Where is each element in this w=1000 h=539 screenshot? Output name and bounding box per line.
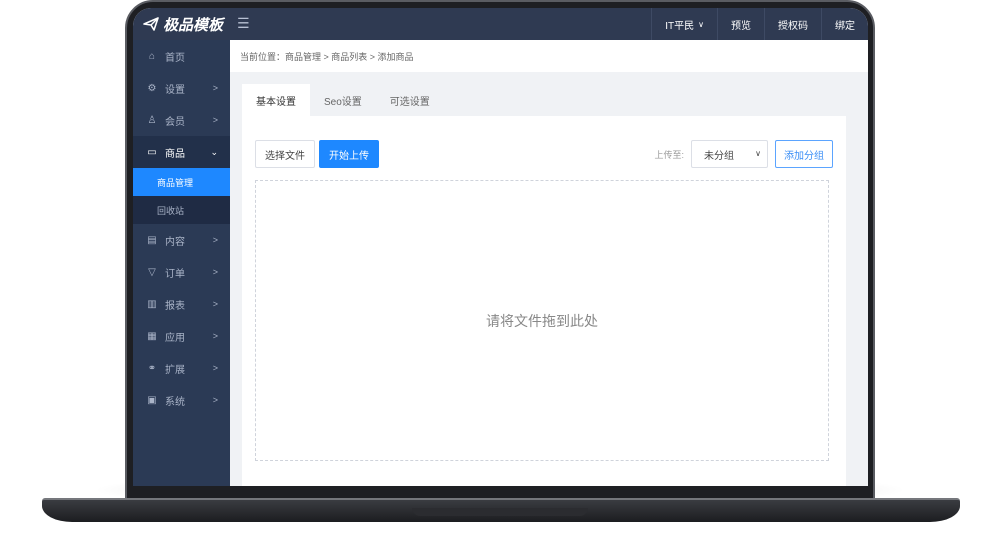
upload-to-label: 上传至: — [654, 150, 684, 160]
sidebar-item-reports[interactable]: ▥ 报表 > — [133, 288, 230, 320]
upload-toolbar: 选择文件 开始上传 上传至: 未分组 ∨ 添加分组 — [255, 140, 833, 168]
form-panel: 基本设置 Seo设置 可选设置 选择文件 开始上传 上传至: 未分组 ∨ 添加分… — [242, 84, 846, 488]
sidebar-item-label: 系统 — [165, 396, 185, 408]
sidebar-item-label: 会员 — [165, 116, 185, 128]
chevron-right-icon: > — [212, 267, 218, 277]
chevron-down-icon: ∨ — [755, 149, 761, 158]
user-label: IT平民 — [665, 20, 695, 32]
dropzone-text: 请将文件拖到此处 — [486, 312, 598, 329]
logo-text: 极品模板 — [163, 16, 224, 34]
sidebar-item-label: 扩展 — [165, 364, 185, 376]
sidebar-item-content[interactable]: ▤ 内容 > — [133, 224, 230, 256]
sidebar-item-label: 设置 — [165, 84, 185, 96]
user-icon: ♙ — [147, 114, 157, 126]
order-icon: ▽ — [148, 266, 156, 278]
chevron-right-icon: > — [212, 363, 218, 373]
chevron-right-icon: > — [212, 115, 218, 125]
chart-icon: ▥ — [147, 298, 157, 310]
sidebar-item-label: 报表 — [165, 300, 185, 312]
sidebar: ⌂ 首页 ⚙ 设置 > ♙ 会员 > ▭ 商品 ⌄ 商品管理 回收站 ▤ 内容 … — [133, 40, 230, 488]
apps-icon: ▦ — [147, 330, 157, 342]
chevron-right-icon: > — [212, 395, 218, 405]
tab-basic-settings[interactable]: 基本设置 — [242, 84, 310, 116]
choose-file-button[interactable]: 选择文件 — [255, 140, 315, 168]
sidebar-item-apps[interactable]: ▦ 应用 > — [133, 320, 230, 352]
sidebar-item-label: 应用 — [165, 332, 185, 344]
sidebar-item-label: 订单 — [165, 268, 185, 280]
logo: 极品模板 — [143, 14, 223, 34]
chevron-right-icon: > — [212, 299, 218, 309]
paper-plane-icon — [143, 17, 159, 31]
sidebar-item-label: 商品 — [165, 148, 185, 160]
laptop-bezel-bottom — [133, 486, 868, 498]
sidebar-item-label: 首页 — [165, 52, 185, 64]
breadcrumb: 当前位置：商品管理 > 商品列表 > 添加商品 — [230, 40, 868, 72]
link-icon: ⚭ — [147, 362, 157, 374]
bind-link[interactable]: 绑定 — [821, 8, 868, 40]
tab-bar: 基本设置 Seo设置 可选设置 — [242, 84, 846, 116]
laptop-notch — [412, 508, 588, 516]
screen: 极品模板 ☰ IT平民 ∨ 预览 授权码 绑定 ⌂ 首页 ⚙ 设置 > ♙ 会员… — [133, 8, 868, 488]
system-icon: ▣ — [147, 394, 157, 406]
chevron-right-icon: > — [212, 83, 218, 93]
sidebar-item-products[interactable]: ▭ 商品 ⌄ — [133, 136, 230, 168]
main-content: 当前位置：商品管理 > 商品列表 > 添加商品 基本设置 Seo设置 可选设置 … — [230, 40, 868, 488]
content-icon: ▤ — [147, 234, 157, 246]
start-upload-button[interactable]: 开始上传 — [319, 140, 379, 168]
add-group-button[interactable]: 添加分组 — [775, 140, 833, 168]
sidebar-item-home[interactable]: ⌂ 首页 — [133, 40, 230, 72]
chevron-right-icon: > — [212, 235, 218, 245]
sidebar-subitem-recycle-bin[interactable]: 回收站 — [133, 196, 230, 224]
top-bar: 极品模板 ☰ IT平民 ∨ 预览 授权码 绑定 — [133, 8, 868, 40]
tab-seo-settings[interactable]: Seo设置 — [310, 84, 376, 116]
tab-optional-settings[interactable]: 可选设置 — [376, 84, 444, 116]
menu-toggle-icon[interactable]: ☰ — [237, 15, 250, 32]
sidebar-item-extensions[interactable]: ⚭ 扩展 > — [133, 352, 230, 384]
gear-icon: ⚙ — [147, 82, 157, 94]
top-nav: IT平民 ∨ 预览 授权码 绑定 — [651, 8, 868, 40]
sidebar-item-members[interactable]: ♙ 会员 > — [133, 104, 230, 136]
file-dropzone[interactable]: 请将文件拖到此处 — [255, 180, 829, 461]
user-menu[interactable]: IT平民 ∨ — [651, 8, 717, 40]
sidebar-item-system[interactable]: ▣ 系统 > — [133, 384, 230, 416]
sidebar-item-settings[interactable]: ⚙ 设置 > — [133, 72, 230, 104]
sidebar-item-orders[interactable]: ▽ 订单 > — [133, 256, 230, 288]
sidebar-subitem-product-management[interactable]: 商品管理 — [133, 168, 230, 196]
group-select[interactable]: 未分组 ∨ — [691, 140, 768, 168]
chevron-right-icon: > — [212, 331, 218, 341]
sidebar-item-label: 内容 — [165, 236, 185, 248]
home-icon: ⌂ — [148, 50, 156, 62]
group-select-value: 未分组 — [704, 150, 734, 162]
chevron-down-icon: ⌄ — [210, 146, 218, 157]
chevron-down-icon: ∨ — [698, 19, 704, 29]
license-code-link[interactable]: 授权码 — [764, 8, 821, 40]
preview-link[interactable]: 预览 — [717, 8, 764, 40]
bag-icon: ▭ — [147, 146, 157, 158]
